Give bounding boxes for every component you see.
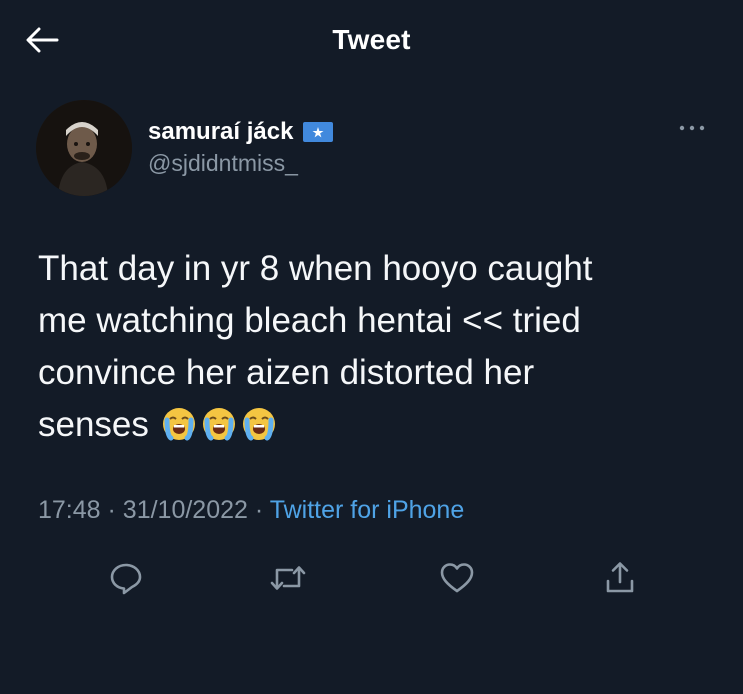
tweet-time: 17:48 — [38, 496, 101, 524]
top-bar: Tweet — [0, 0, 743, 82]
meta-separator: · — [107, 496, 116, 524]
somalia-flag-icon — [303, 122, 334, 142]
share-button[interactable] — [595, 555, 645, 601]
meta-separator: · — [254, 496, 264, 524]
author-names: samuraí jáck @sjdidntmiss_ — [148, 118, 334, 177]
display-name[interactable]: samuraí jáck — [148, 118, 293, 146]
user-handle[interactable]: @sjdidntmiss_ — [148, 150, 333, 177]
avatar-image — [36, 100, 132, 196]
loudly-crying-face-emoji — [242, 408, 275, 441]
heart-icon — [440, 563, 474, 593]
tweet-source-link[interactable]: Twitter for iPhone — [270, 496, 465, 524]
tweet-text: That day in yr 8 when hooyo caught me wa… — [38, 243, 718, 451]
emoji-row — [161, 406, 277, 442]
tweet-meta: 17:48 · 31/10/2022 · Twitter for iPhone — [38, 496, 464, 525]
retweet-icon — [270, 566, 306, 590]
reply-icon — [110, 563, 142, 595]
tweet-actions — [0, 555, 743, 605]
reply-button[interactable] — [101, 555, 151, 601]
more-options-button[interactable] — [674, 116, 710, 140]
loudly-crying-face-emoji — [202, 408, 235, 441]
tweet-author: samuraí jáck @sjdidntmiss_ — [36, 100, 716, 200]
more-horizontal-icon — [679, 125, 705, 131]
tweet-text-body: That day in yr 8 when hooyo caught me wa… — [38, 249, 593, 444]
retweet-button[interactable] — [263, 555, 313, 601]
display-name-row: samuraí jáck — [148, 118, 334, 146]
like-button[interactable] — [432, 555, 482, 601]
share-icon — [606, 562, 634, 593]
avatar[interactable] — [36, 100, 132, 196]
tweet-date: 31/10/2022 — [122, 496, 248, 524]
page-title: Tweet — [332, 24, 411, 55]
loudly-crying-face-emoji — [162, 408, 195, 441]
